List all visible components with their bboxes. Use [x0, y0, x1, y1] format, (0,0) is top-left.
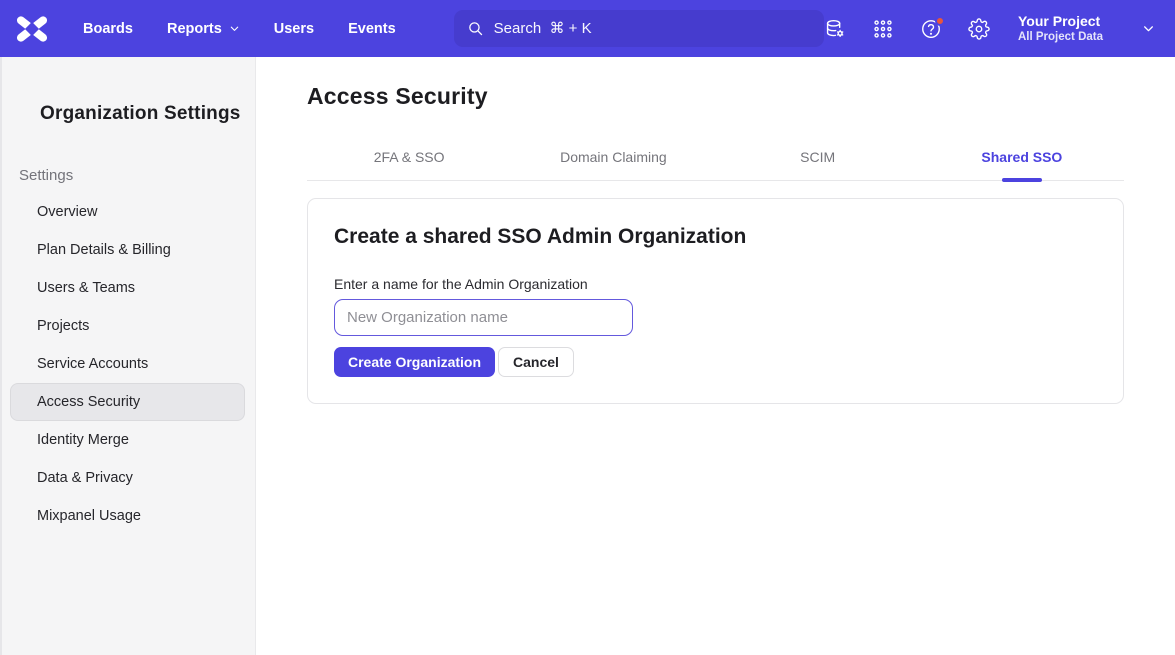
org-name-input[interactable]: [334, 299, 633, 336]
create-organization-button[interactable]: Create Organization: [334, 347, 495, 377]
sidebar-item-identity-merge[interactable]: Identity Merge: [10, 421, 245, 459]
nav-item-label: Reports: [167, 21, 222, 37]
nav-item-label: Boards: [83, 21, 133, 37]
nav-item-label: Users: [274, 21, 314, 37]
settings-sidebar: Organization Settings Settings Overview …: [0, 57, 256, 655]
page-title: Access Security: [307, 83, 1124, 110]
project-chevron-down-icon[interactable]: [1142, 22, 1155, 35]
notification-dot: [935, 16, 945, 26]
global-search[interactable]: [454, 10, 824, 47]
shared-sso-card: Create a shared SSO Admin Organization E…: [307, 198, 1124, 404]
navbar-right-actions: Your Project All Project Data: [824, 12, 1155, 45]
sidebar-item-service-accounts[interactable]: Service Accounts: [10, 345, 245, 383]
primary-nav: Boards Reports Users Events: [83, 21, 396, 37]
card-title: Create a shared SSO Admin Organization: [334, 225, 1097, 249]
search-icon: [467, 20, 484, 37]
tab-shared-sso[interactable]: Shared SSO: [920, 139, 1124, 180]
sidebar-section-label: Settings: [19, 167, 255, 184]
sidebar-title: Organization Settings: [40, 103, 255, 125]
nav-item-users[interactable]: Users: [274, 21, 314, 37]
project-name: Your Project: [1018, 12, 1103, 30]
apps-grid-icon[interactable]: [872, 18, 894, 40]
sidebar-item-plan-details-billing[interactable]: Plan Details & Billing: [10, 231, 245, 269]
main-content: Access Security 2FA & SSO Domain Claimin…: [256, 57, 1175, 655]
cancel-button[interactable]: Cancel: [498, 347, 574, 377]
tab-domain-claiming[interactable]: Domain Claiming: [511, 139, 715, 180]
project-data-scope: All Project Data: [1018, 30, 1103, 45]
sidebar-item-projects[interactable]: Projects: [10, 307, 245, 345]
search-input[interactable]: [494, 20, 811, 37]
org-name-field-label: Enter a name for the Admin Organization: [334, 276, 1097, 292]
tab-2fa-sso[interactable]: 2FA & SSO: [307, 139, 511, 180]
sidebar-item-users-teams[interactable]: Users & Teams: [10, 269, 245, 307]
project-selector[interactable]: Your Project All Project Data: [1018, 12, 1103, 45]
sidebar-item-access-security[interactable]: Access Security: [10, 383, 245, 421]
chevron-down-icon: [229, 23, 240, 34]
data-management-icon[interactable]: [824, 18, 846, 40]
help-icon[interactable]: [920, 18, 942, 40]
nav-item-boards[interactable]: Boards: [83, 21, 133, 37]
nav-item-label: Events: [348, 21, 396, 37]
top-navbar: Boards Reports Users Events: [0, 0, 1175, 57]
sidebar-item-mixpanel-usage[interactable]: Mixpanel Usage: [10, 497, 245, 535]
mixpanel-logo-icon[interactable]: [17, 14, 47, 44]
form-actions: Create Organization Cancel: [334, 347, 1097, 377]
access-security-tabs: 2FA & SSO Domain Claiming SCIM Shared SS…: [307, 139, 1124, 181]
settings-gear-icon[interactable]: [968, 18, 990, 40]
sidebar-item-overview[interactable]: Overview: [10, 193, 245, 231]
nav-item-reports[interactable]: Reports: [167, 21, 240, 37]
nav-item-events[interactable]: Events: [348, 21, 396, 37]
sidebar-item-data-privacy[interactable]: Data & Privacy: [10, 459, 245, 497]
tab-scim[interactable]: SCIM: [716, 139, 920, 180]
